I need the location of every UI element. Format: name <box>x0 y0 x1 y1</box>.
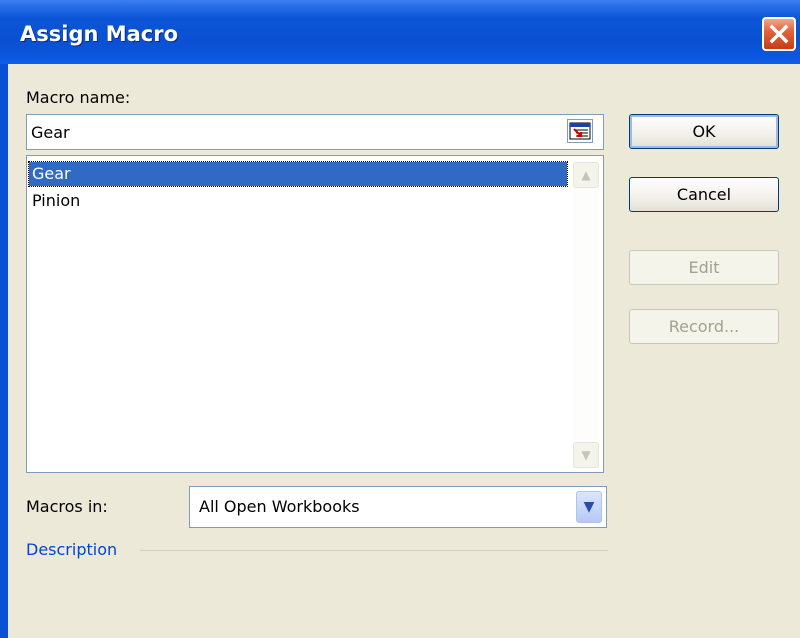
dropdown-button[interactable]: ▼ <box>576 491 602 523</box>
cancel-button[interactable]: Cancel <box>629 177 779 212</box>
collapse-dialog-button[interactable] <box>567 119 593 143</box>
list-item-gear[interactable]: Gear <box>28 161 568 187</box>
collapse-dialog-icon <box>569 122 591 140</box>
close-button[interactable] <box>762 17 796 51</box>
list-item-pinion[interactable]: Pinion <box>29 189 567 213</box>
description-divider <box>140 550 608 551</box>
assign-macro-dialog: Assign Macro Macro name: Gear Gear Pinio… <box>0 0 800 638</box>
macro-list[interactable]: Gear Pinion ▲ ▼ <box>26 155 604 473</box>
chevron-up-icon: ▲ <box>581 168 591 182</box>
ok-button[interactable]: OK <box>629 114 779 149</box>
macros-in-label: Macros in: <box>26 497 108 516</box>
chevron-down-icon: ▼ <box>583 499 595 515</box>
description-label: Description <box>26 540 118 559</box>
record-button[interactable]: Record... <box>629 309 779 344</box>
window-border <box>0 64 8 638</box>
title-bar[interactable]: Assign Macro <box>0 0 800 64</box>
macros-in-value: All Open Workbooks <box>199 497 360 516</box>
macro-name-input[interactable]: Gear <box>26 114 604 150</box>
macros-in-select[interactable]: All Open Workbooks ▼ <box>189 486 607 528</box>
dialog-title: Assign Macro <box>20 22 179 46</box>
scroll-up-button[interactable]: ▲ <box>573 162 599 188</box>
macro-name-value: Gear <box>31 123 70 142</box>
macro-name-label: Macro name: <box>26 88 131 107</box>
scroll-down-button[interactable]: ▼ <box>573 442 599 468</box>
list-scrollbar[interactable]: ▲ ▼ <box>573 162 599 468</box>
chevron-down-icon: ▼ <box>581 448 591 462</box>
edit-button[interactable]: Edit <box>629 250 779 285</box>
close-icon <box>769 24 789 44</box>
